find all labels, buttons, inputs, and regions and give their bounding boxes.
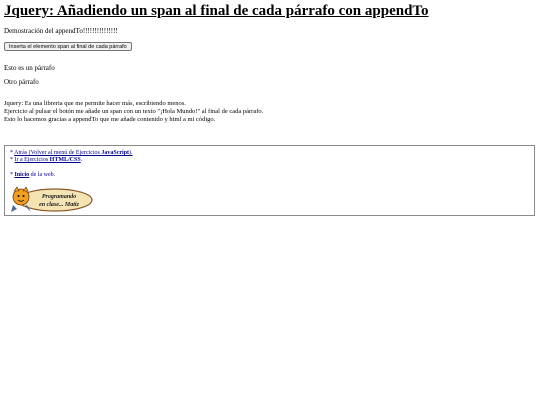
programando-badge[interactable]: Programando en clase... Matiz: [9, 185, 93, 213]
html-css-link[interactable]: Ir a Ejercicios HTML/CSS: [15, 157, 81, 163]
mascot-icon: [11, 186, 31, 212]
explanation-line: Jquery: Es una libreria que me permite h…: [4, 100, 186, 107]
bullet: *: [10, 157, 13, 163]
explanation-line: Ejercicio al pulsar el botón me añade un…: [4, 107, 264, 115]
intro-text: Demostración del appendTo!!!!!!!!!!!!!!!: [4, 27, 118, 35]
home-link[interactable]: Inicio: [15, 172, 30, 178]
explanation-line: Esto lo hacemos gracias a appendTo que m…: [4, 115, 216, 123]
navigation-box: * Atrás (Volver al menú de Ejercicios Ja…: [4, 145, 535, 216]
paragraph-2: Otro párrafo: [4, 78, 39, 86]
explanation: Jquery: Es una libreria que me permite h…: [4, 100, 263, 123]
nav-home: * Inicio de la web.: [10, 172, 56, 178]
page-title: Jquery: Añadiendo un span al final de ca…: [4, 3, 429, 19]
badge-line-1: Programando: [42, 194, 76, 200]
bullet: *: [10, 172, 13, 178]
nav-exercises: * Ir a Ejercicios HTML/CSS.: [10, 157, 83, 163]
paragraph-1: Esto es un párrafo: [4, 64, 55, 72]
badge-line-2: en clase... Matiz: [39, 202, 79, 208]
append-span-button[interactable]: Inserta el elemento span al final de cad…: [4, 42, 132, 51]
